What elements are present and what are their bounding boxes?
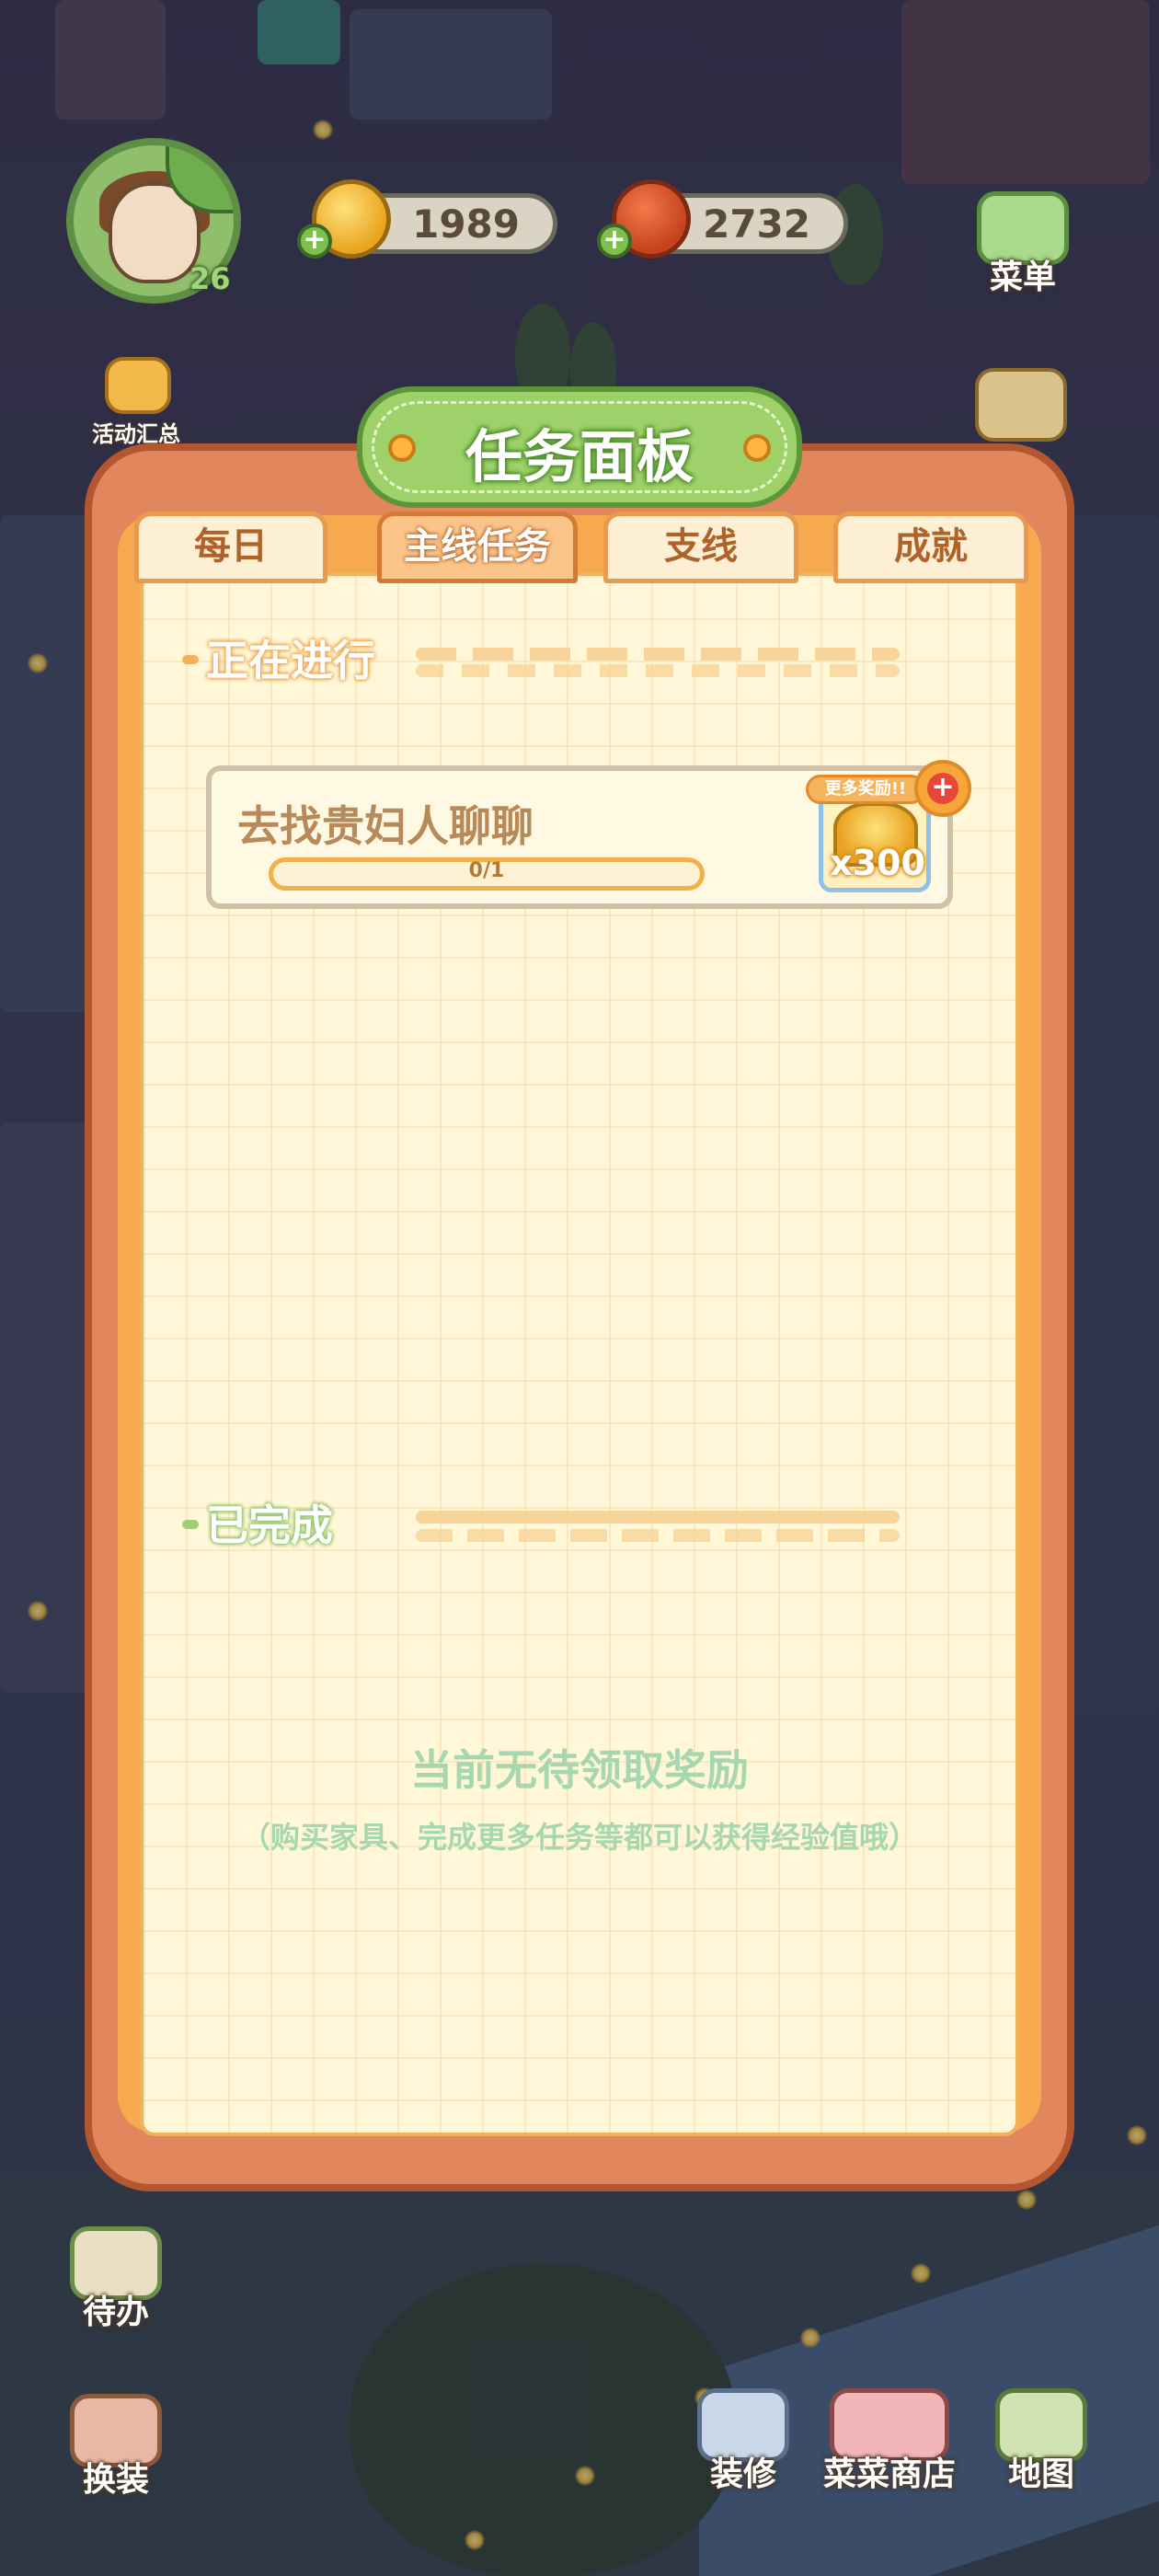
map-label: 地图 — [1007, 2455, 1074, 2493]
more-rewards-tag[interactable]: 更多奖励!! — [806, 775, 925, 804]
dressup-button[interactable]: 换装 — [61, 2385, 171, 2499]
more-rewards-button[interactable]: + — [914, 760, 971, 817]
decorate-button[interactable]: 装修 — [688, 2379, 798, 2493]
task-name: 去找贵妇人聊聊 — [237, 801, 534, 851]
task-progress-text: 0/1 — [468, 859, 505, 882]
food-value: 2732 — [703, 201, 810, 247]
tab-achievements[interactable]: 成就 — [833, 512, 1028, 583]
map-button[interactable]: 地图 — [986, 2379, 1096, 2493]
in-progress-divider-2 — [416, 664, 900, 677]
add-coins-button[interactable]: + — [297, 224, 332, 259]
in-progress-bullet — [182, 655, 199, 664]
shop-side-icon — [975, 368, 1067, 442]
tab-daily[interactable]: 每日 — [134, 512, 327, 583]
completed-divider — [416, 1511, 900, 1524]
shop-button[interactable]: 菜菜商店 — [820, 2379, 958, 2493]
task-reward-amount: x300 — [830, 843, 925, 883]
add-food-button[interactable]: + — [597, 224, 632, 259]
menu-button[interactable]: 菜单 — [968, 182, 1078, 296]
in-progress-heading: 正在进行 — [206, 636, 375, 685]
shop-label: 菜菜商店 — [822, 2455, 956, 2493]
plus-icon: + — [927, 773, 958, 804]
player-level: 26 — [189, 261, 231, 296]
decorate-label: 装修 — [709, 2455, 776, 2493]
todo-label: 待办 — [82, 2294, 149, 2331]
completed-divider-2 — [416, 1529, 900, 1542]
coin-value: 1989 — [412, 201, 520, 247]
food-counter[interactable]: + 2732 — [597, 179, 848, 259]
in-progress-divider — [416, 648, 900, 661]
tab-side-quest[interactable]: 支线 — [603, 512, 798, 583]
coin-counter[interactable]: + 1989 — [297, 179, 557, 259]
no-rewards-hint: （购买家具、完成更多任务等都可以获得经验值哦） — [240, 1820, 918, 1855]
todo-button[interactable]: 待办 — [61, 2217, 171, 2331]
menu-label: 菜单 — [989, 259, 1056, 296]
tab-main-quest[interactable]: 主线任务 — [377, 512, 578, 583]
completed-bullet — [182, 1520, 199, 1529]
no-rewards-message: 当前无待领取奖励 — [410, 1745, 749, 1795]
panel-title: 任务面板 — [465, 423, 694, 490]
events-icon — [105, 357, 171, 414]
completed-heading: 已完成 — [206, 1501, 333, 1550]
dressup-label: 换装 — [82, 2461, 149, 2499]
